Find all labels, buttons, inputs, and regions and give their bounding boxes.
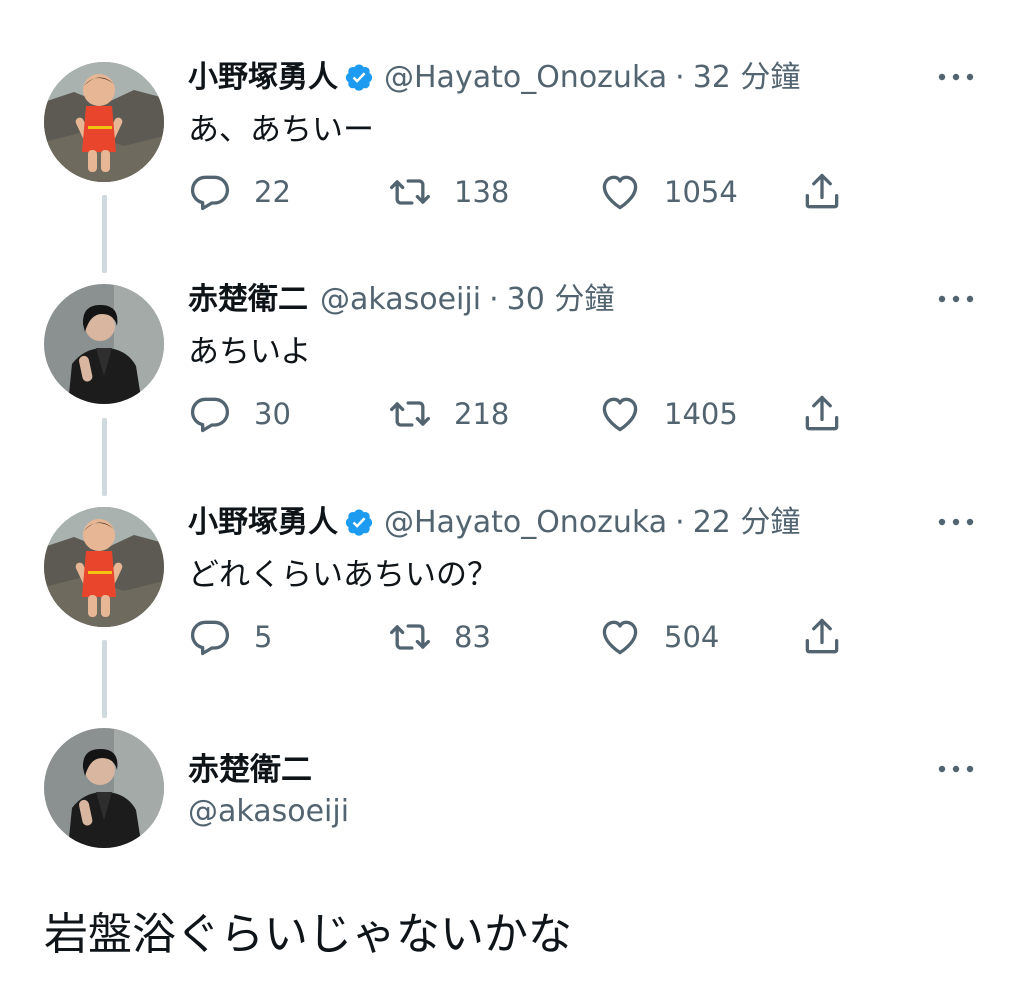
avatar[interactable] — [44, 507, 164, 627]
like-button[interactable]: 1405 — [598, 392, 738, 436]
more-dots-icon[interactable] — [936, 507, 976, 537]
share-button[interactable] — [800, 392, 844, 436]
display-name[interactable]: 小野塚勇人 — [188, 505, 338, 540]
reply-button[interactable]: 30 — [188, 392, 291, 436]
action-bar: 5 83 504 — [188, 615, 868, 659]
reply-icon — [190, 620, 230, 656]
share-icon — [805, 173, 839, 209]
user-handle[interactable]: @Hayato_Onozuka — [384, 505, 667, 540]
timestamp[interactable]: 22 分鐘 — [693, 505, 801, 540]
man-avatar-image — [44, 728, 164, 848]
like-count: 1054 — [664, 175, 738, 209]
tweet[interactable]: 小野塚勇人 @Hayato_Onozuka · 32 分鐘 あ、あちいー 22 138… — [0, 58, 1024, 228]
retweet-button[interactable]: 83 — [388, 615, 491, 659]
separator-dot: · — [489, 282, 499, 317]
heart-icon — [602, 175, 638, 210]
reply-button[interactable]: 22 — [188, 170, 291, 214]
tweet-text: あちいよ — [188, 334, 312, 370]
retweet-icon — [390, 624, 430, 650]
like-button[interactable]: 504 — [598, 615, 719, 659]
tweet[interactable]: 赤楚衛二 @akasoeiji · 30 分鐘 あちいよ 30 218 1405 — [0, 280, 1024, 450]
tweet-header: 小野塚勇人 @Hayato_Onozuka · 32 分鐘 — [188, 58, 800, 103]
man-avatar-image — [44, 284, 164, 404]
tweet-header: 小野塚勇人 @Hayato_Onozuka · 22 分鐘 — [188, 503, 800, 548]
tweet-text: あ、あちいー — [188, 112, 374, 148]
retweet-count: 138 — [454, 175, 510, 209]
share-button[interactable] — [800, 615, 844, 659]
share-button[interactable] — [800, 170, 844, 214]
reply-button[interactable]: 5 — [188, 615, 272, 659]
verified-badge-icon — [344, 62, 374, 103]
reply-count: 5 — [254, 620, 273, 654]
like-button[interactable]: 1054 — [598, 170, 738, 214]
separator-dot: · — [675, 505, 685, 540]
more-dots-icon[interactable] — [936, 62, 976, 92]
more-dots-icon[interactable] — [936, 284, 976, 314]
display-name[interactable]: 赤楚衛二 — [188, 750, 312, 790]
heart-icon — [602, 620, 638, 655]
baby-avatar-image — [44, 507, 164, 627]
user-handle[interactable]: @Hayato_Onozuka — [384, 60, 667, 95]
timestamp[interactable]: 30 分鐘 — [507, 282, 615, 317]
action-bar: 30 218 1405 — [188, 392, 868, 436]
tweet-text: どれくらいあちいの？ — [188, 557, 498, 593]
retweet-icon — [390, 401, 430, 427]
share-icon — [805, 618, 839, 654]
focused-tweet-text: 岩盤浴ぐらいじゃないかな — [44, 909, 572, 960]
retweet-count: 218 — [454, 397, 510, 431]
user-handle[interactable]: @akasoeiji — [320, 282, 481, 317]
reply-icon — [190, 175, 230, 211]
display-name[interactable]: 赤楚衛二 — [188, 282, 308, 317]
retweet-button[interactable]: 138 — [388, 170, 509, 214]
separator-dot: · — [675, 60, 685, 95]
like-count: 504 — [664, 620, 720, 654]
retweet-icon — [390, 179, 430, 205]
heart-icon — [602, 397, 638, 432]
avatar[interactable] — [44, 62, 164, 182]
avatar[interactable] — [44, 728, 164, 848]
retweet-count: 83 — [454, 620, 491, 654]
avatar[interactable] — [44, 284, 164, 404]
baby-avatar-image — [44, 62, 164, 182]
action-bar: 22 138 1054 — [188, 170, 868, 214]
like-count: 1405 — [664, 397, 738, 431]
reply-icon — [190, 397, 230, 433]
retweet-button[interactable]: 218 — [388, 392, 509, 436]
tweet-header: 赤楚衛二 @akasoeiji · 30 分鐘 — [188, 280, 614, 320]
share-icon — [805, 395, 839, 431]
user-handle[interactable]: @akasoeiji — [188, 792, 349, 832]
display-name[interactable]: 小野塚勇人 — [188, 60, 338, 95]
tweet[interactable]: 小野塚勇人 @Hayato_Onozuka · 22 分鐘 どれくらいあちいの？ 5 … — [0, 503, 1024, 673]
reply-count: 30 — [254, 397, 291, 431]
more-dots-icon[interactable] — [936, 754, 976, 784]
reply-count: 22 — [254, 175, 291, 209]
verified-badge-icon — [344, 507, 374, 548]
timestamp[interactable]: 32 分鐘 — [693, 60, 801, 95]
